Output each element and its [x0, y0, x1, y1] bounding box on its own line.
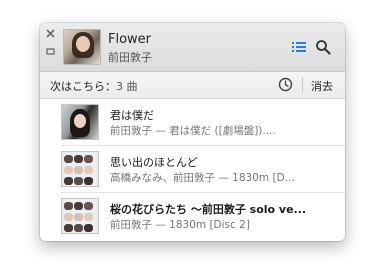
track-subtitle: 前田敦子 — 1830m [Disc 2]: [110, 219, 250, 231]
now-playing-header: Flower 前田敦子: [40, 23, 345, 72]
track-artwork: [61, 151, 99, 187]
album-artwork[interactable]: [63, 29, 101, 65]
track-title: 桜の花びらたち 〜前田敦子 solo ve...: [110, 203, 307, 216]
divider: [302, 77, 303, 93]
minimize-icon[interactable]: [46, 47, 55, 56]
now-playing-artist: 前田敦子: [108, 51, 152, 64]
up-next-heading: 次はこちら：3 曲: [50, 78, 138, 94]
miniplayer-window: Flower 前田敦子 次はこちら：3 曲 消去 君は僕だ 前田敦子 — 君は僕…: [40, 23, 345, 241]
track-artwork: [61, 198, 99, 234]
up-next-bar: 次はこちら：3 曲 消去: [40, 72, 345, 99]
search-icon[interactable]: [315, 39, 331, 55]
list-item[interactable]: 思い出のほとんど 高橋みなみ、前田敦子 — 1830m [D...: [40, 146, 345, 193]
up-next-list: 君は僕だ 前田敦子 — 君は僕だ ([劇場盤]).... 思い出のほとんど 高橋…: [40, 99, 345, 241]
clear-button[interactable]: 消去: [311, 78, 333, 94]
list-item[interactable]: 君は僕だ 前田敦子 — 君は僕だ ([劇場盤])....: [40, 99, 345, 146]
track-title: 君は僕だ: [110, 109, 154, 122]
list-item[interactable]: 桜の花びらたち 〜前田敦子 solo ve... 前田敦子 — 1830m [D…: [40, 193, 345, 240]
list-icon[interactable]: [291, 39, 307, 55]
close-icon[interactable]: [46, 29, 55, 38]
track-title: 思い出のほとんど: [110, 156, 198, 169]
track-subtitle: 前田敦子 — 君は僕だ ([劇場盤])....: [110, 125, 276, 137]
track-subtitle: 高橋みなみ、前田敦子 — 1830m [D...: [110, 172, 295, 184]
up-next-count: 3 曲: [116, 80, 138, 93]
up-next-label: 次はこちら：: [50, 80, 116, 93]
now-playing-title: Flower: [108, 32, 152, 47]
clock-icon[interactable]: [278, 77, 293, 92]
track-artwork: [61, 104, 99, 140]
